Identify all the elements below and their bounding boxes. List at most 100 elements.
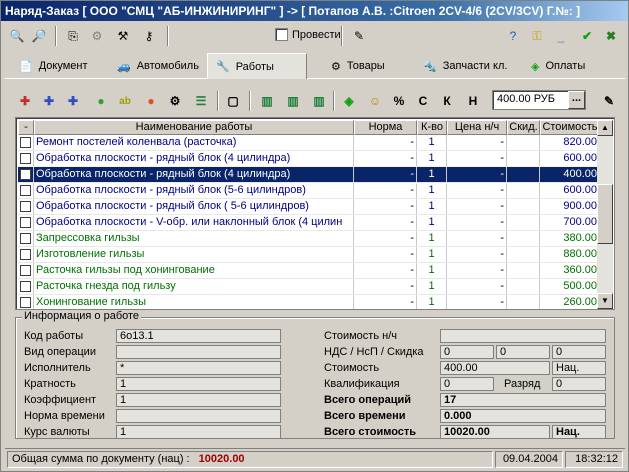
table-row[interactable]: Обработка плоскости - рядный блок (4 цил…	[18, 151, 600, 167]
tab-works[interactable]: 🔧 Работы	[207, 53, 307, 79]
col-header-norm[interactable]: Норма	[354, 120, 417, 135]
minimize-icon[interactable]: _	[551, 26, 571, 46]
edit-price-icon[interactable]: ✎	[599, 90, 619, 112]
col-header-name[interactable]: Наименование работы	[34, 120, 354, 135]
row-checkbox[interactable]	[18, 215, 34, 230]
edit-document-icon[interactable]: ✎	[349, 26, 369, 46]
discount-cell	[507, 263, 540, 278]
search-prev-icon[interactable]: 🔎	[29, 26, 49, 46]
key-small-icon[interactable]: ⚿	[527, 26, 547, 46]
tab-client-parts[interactable]: 🔩 Запчасти кл.	[415, 55, 515, 77]
close-icon[interactable]: ✖	[601, 26, 621, 46]
col-header-discount[interactable]: Скид.	[507, 120, 540, 135]
scroll-up-icon[interactable]: ▲	[597, 120, 613, 136]
window-icon[interactable]: ▢	[223, 90, 243, 112]
help-icon[interactable]: ?	[503, 26, 523, 46]
c-button[interactable]: С	[413, 90, 433, 112]
row-checkbox[interactable]	[18, 151, 34, 166]
table-row[interactable]: Обработка плоскости - рядный блок (5-6 ц…	[18, 183, 600, 199]
tab-car[interactable]: 🚙 Автомобиль	[109, 55, 207, 77]
tab-goods[interactable]: ⚙ Товары	[323, 55, 393, 77]
n-button[interactable]: Н	[463, 90, 483, 112]
alphabet-icon[interactable]: ab	[115, 90, 135, 112]
row-checkbox[interactable]	[18, 183, 34, 198]
add-circle-icon[interactable]: ●	[91, 90, 111, 112]
table-row[interactable]: Обработка плоскости - V-обр. или наклонн…	[18, 215, 600, 231]
qual-field[interactable]: 0	[440, 377, 494, 391]
col-header-qty[interactable]: К-во	[417, 120, 447, 135]
row-checkbox[interactable]	[18, 231, 34, 246]
nsp-field[interactable]: 0	[496, 345, 550, 359]
tab-document[interactable]: 📄 Документ	[11, 55, 96, 77]
cost-unit-field[interactable]: Нац.	[552, 361, 606, 375]
layout-center-icon[interactable]: ▥	[283, 90, 303, 112]
cost-field[interactable]: 400.00	[440, 361, 550, 375]
exec-field[interactable]: *	[116, 361, 281, 375]
table-row[interactable]: Расточка гнезда под гильзу -1-500.00	[18, 279, 600, 295]
user-tools-icon[interactable]: ⚒	[113, 26, 133, 46]
row-checkbox[interactable]	[18, 263, 34, 278]
row-checkbox[interactable]	[18, 167, 34, 182]
hourcost-field[interactable]	[440, 329, 606, 343]
row-checkbox[interactable]	[18, 135, 34, 150]
row-checkbox[interactable]	[18, 279, 34, 294]
table-row[interactable]: Расточка гильзы под хонингование -1-360.0…	[18, 263, 600, 279]
checkbox-icon[interactable]	[20, 185, 31, 196]
col-header-price[interactable]: Цена н/ч	[447, 120, 507, 135]
checkbox-icon[interactable]	[20, 137, 31, 148]
checkbox-icon[interactable]	[20, 201, 31, 212]
worker-icon[interactable]: ☺	[365, 90, 385, 112]
discount-field[interactable]: 0	[552, 345, 606, 359]
checkbox-icon[interactable]	[20, 217, 31, 228]
checkbox-icon[interactable]	[20, 265, 31, 276]
checkbox-icon[interactable]	[20, 297, 31, 308]
vat-field[interactable]: 0	[440, 345, 494, 359]
add-work-icon[interactable]: ✚	[15, 90, 35, 112]
percent-button[interactable]: %	[389, 90, 409, 112]
col-header-cost[interactable]: Стоимость	[540, 120, 600, 135]
checkbox-icon[interactable]	[20, 249, 31, 260]
scroll-thumb[interactable]	[597, 184, 613, 244]
layout-right-icon[interactable]: ▥	[309, 90, 329, 112]
post-checkbox[interactable]	[275, 28, 288, 41]
checkbox-icon[interactable]	[20, 153, 31, 164]
add-work-blue-icon[interactable]: ✚	[39, 90, 59, 112]
scroll-down-icon[interactable]: ▼	[597, 293, 613, 309]
table-row[interactable]: Ремонт постелей коленвала (расточка) -1-8…	[18, 135, 600, 151]
time-field[interactable]	[116, 409, 281, 423]
discount-icon[interactable]: ◈	[339, 90, 359, 112]
k-button[interactable]: К	[437, 90, 457, 112]
table-row[interactable]: Хонингование гильзы -1-260.00	[18, 295, 600, 309]
key-icon[interactable]: ⚷	[139, 26, 159, 46]
copy-icon[interactable]: ⎘	[63, 26, 83, 46]
row-checkbox[interactable]	[18, 199, 34, 214]
mult-field[interactable]: 1	[116, 377, 281, 391]
remove-circle-icon[interactable]: ●	[141, 90, 161, 112]
coef-field[interactable]: 1	[116, 393, 281, 407]
layout-left-icon[interactable]: ▥	[257, 90, 277, 112]
op-field[interactable]	[116, 345, 281, 359]
table-row[interactable]: Обработка плоскости - рядный блок (4 цил…	[17, 166, 601, 184]
col-header-check[interactable]: -	[18, 120, 34, 135]
row-checkbox[interactable]	[18, 295, 34, 309]
settings-icon[interactable]: ⚙	[87, 26, 107, 46]
post-checkbox-wrap[interactable]: Провести	[275, 28, 341, 41]
grade-field[interactable]: 0	[552, 377, 606, 391]
list-icon[interactable]: ☰	[191, 90, 211, 112]
rate-field[interactable]: 1	[116, 425, 281, 439]
table-row[interactable]: Изготовление гильзы -1-880.00	[18, 247, 600, 263]
tab-payments[interactable]: ◈ Оплаты	[523, 55, 593, 77]
ok-check-icon[interactable]: ✔	[577, 26, 597, 46]
vertical-scrollbar[interactable]: ▲ ▼	[597, 120, 613, 309]
search-icon[interactable]: 🔍	[7, 26, 27, 46]
settings-gear-icon[interactable]: ⚙	[165, 90, 185, 112]
checkbox-icon[interactable]	[20, 169, 31, 180]
row-checkbox[interactable]	[18, 247, 34, 262]
checkbox-icon[interactable]	[20, 281, 31, 292]
add-work-group-icon[interactable]: ✚	[63, 90, 83, 112]
checkbox-icon[interactable]	[20, 233, 31, 244]
price-select-button[interactable]: ...	[568, 91, 585, 109]
table-row[interactable]: Запрессовка гильзы -1-380.00	[18, 231, 600, 247]
code-field[interactable]: 6о13.1	[116, 329, 281, 343]
table-row[interactable]: Обработка плоскости - рядный блок ( 5-6 …	[18, 199, 600, 215]
